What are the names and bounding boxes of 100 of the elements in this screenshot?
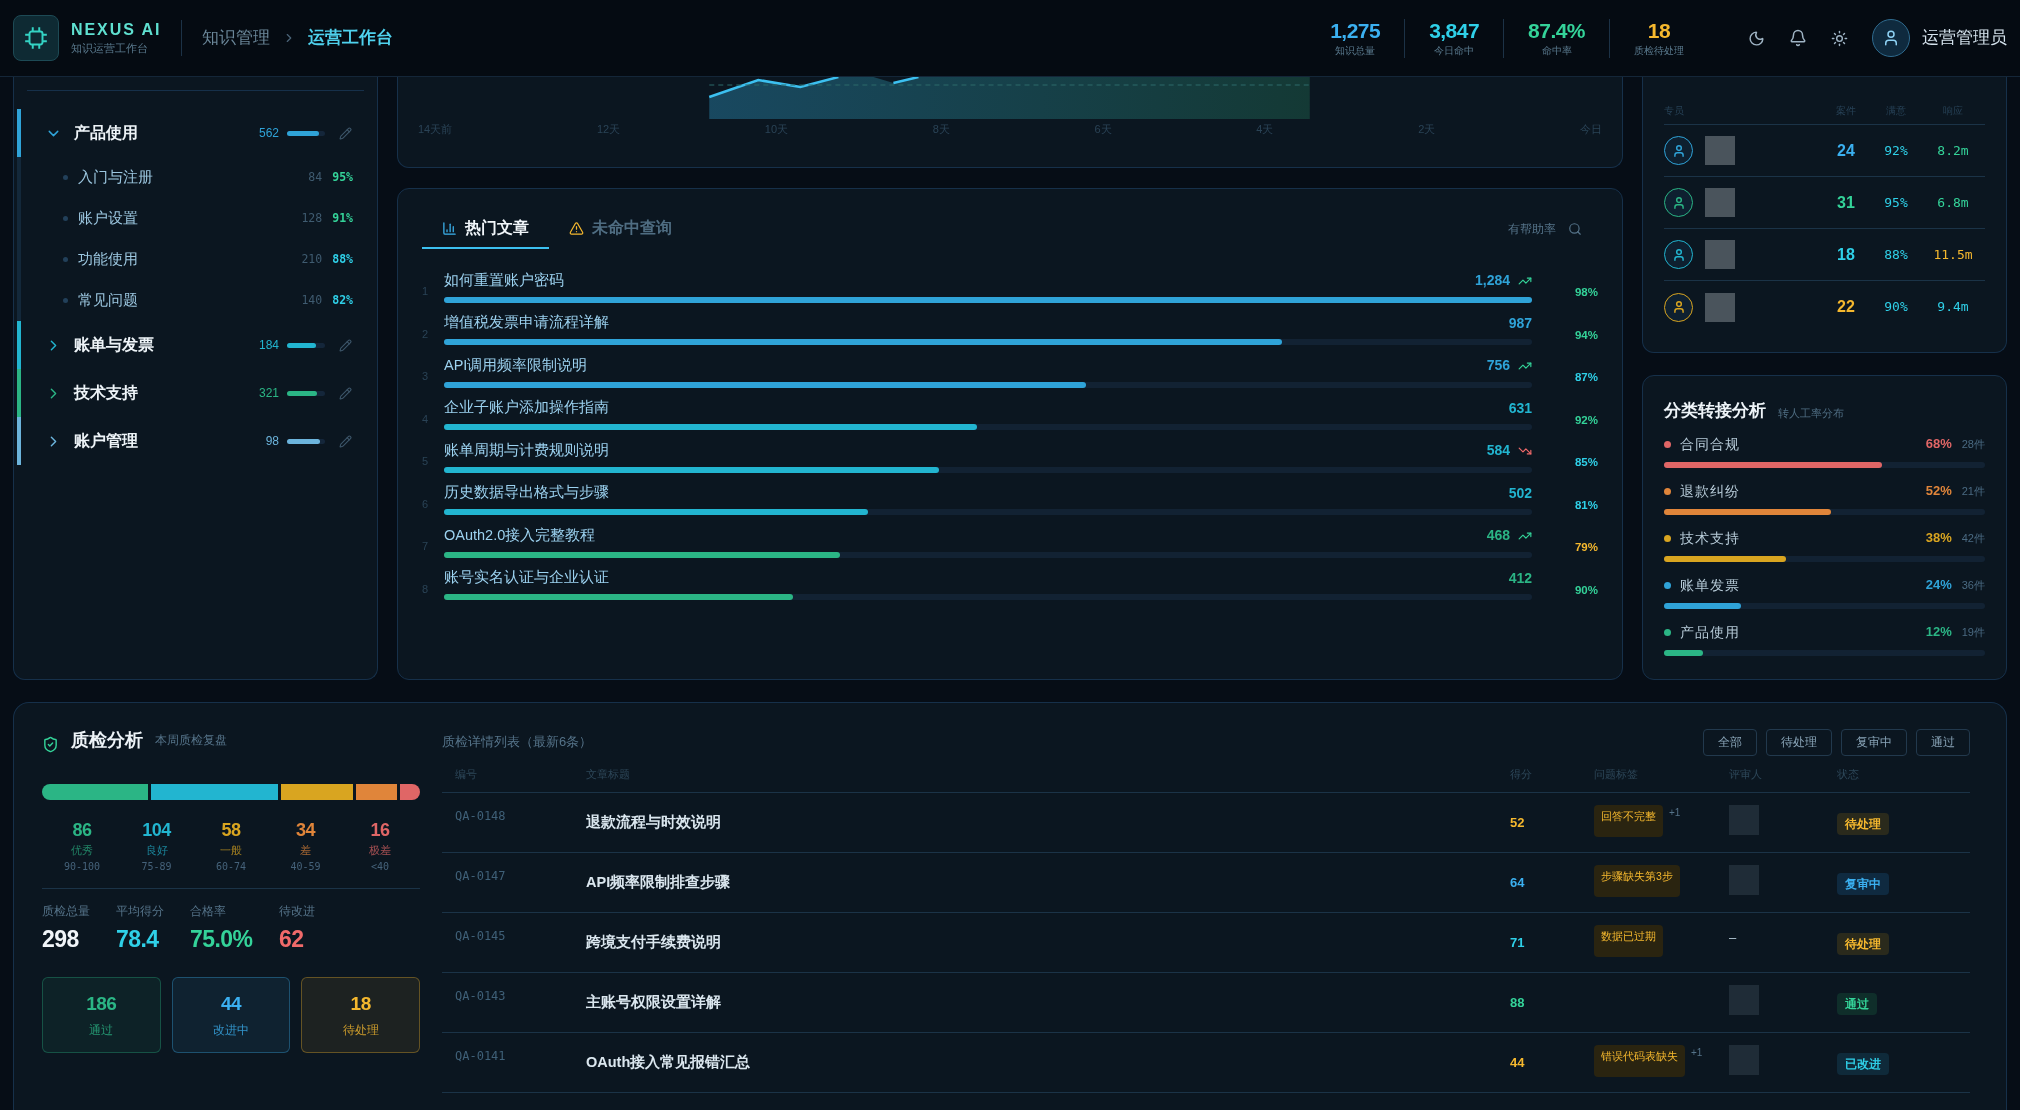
- case-count: 31: [1836, 192, 1856, 213]
- summary-value: 78.4: [116, 925, 160, 954]
- article-title[interactable]: 主账号权限设置详解: [586, 991, 1510, 1014]
- user-name[interactable]: 运营管理员: [1922, 25, 2007, 51]
- article-title[interactable]: API频率限制排查步骤: [586, 871, 1510, 894]
- filter-button[interactable]: 全部: [1703, 728, 1757, 756]
- stat-value: 18: [1647, 18, 1671, 43]
- warning-icon: [569, 220, 584, 236]
- sun-icon[interactable]: [1831, 29, 1848, 47]
- view-count: 756: [1486, 356, 1510, 376]
- subcategory-count: 140: [301, 291, 323, 309]
- tab[interactable]: 热门文章: [422, 209, 549, 249]
- issue-tag: 回答不完整: [1594, 805, 1663, 837]
- score: 71: [1510, 933, 1526, 952]
- stat-value: 87.4%: [1528, 18, 1585, 43]
- card-label: 通过: [89, 1021, 114, 1039]
- category-name: 技术支持: [1680, 528, 1741, 548]
- article-title[interactable]: 跨境支付手续费说明: [586, 931, 1510, 954]
- subcategory-row[interactable]: 账户设置 128 91%: [21, 198, 376, 239]
- summary-value: 62: [279, 925, 305, 954]
- category-row[interactable]: 账户管理 98: [17, 417, 376, 465]
- edit-icon[interactable]: [339, 338, 352, 352]
- helpful-rate: 79%: [1574, 540, 1598, 556]
- stat-label: 今日命中: [1434, 43, 1475, 58]
- table-cell-text: QA-0145: [455, 928, 507, 945]
- category-name: 合同合规: [1680, 434, 1741, 454]
- article-title[interactable]: 企业子账户添加操作指南: [444, 397, 609, 419]
- score: 88: [1510, 993, 1526, 1012]
- category-count: 321: [258, 385, 279, 402]
- table-title: 质检详情列表（最新6条）: [442, 733, 593, 752]
- panel-title: 分类转接分析: [1664, 400, 1766, 422]
- article-title[interactable]: API调用频率限制说明: [444, 354, 588, 377]
- grade-label: 极差: [369, 843, 391, 858]
- satisfaction-rate: 88%: [1883, 245, 1909, 264]
- grade-label: 差: [300, 843, 311, 858]
- category-name: 账单与发票: [74, 335, 154, 355]
- grade-count: 34: [295, 820, 316, 840]
- category-count: 98: [265, 433, 279, 450]
- category-name: 退款纠纷: [1680, 481, 1741, 501]
- extra-count: +1: [1669, 806, 1681, 820]
- article-title[interactable]: 历史数据导出格式与步骤: [444, 482, 609, 504]
- response-time: 9.4m: [1936, 298, 1970, 317]
- case-count: 19件: [1961, 624, 1985, 640]
- subcategory-row[interactable]: 功能使用 210 88%: [21, 239, 376, 280]
- view-count: 987: [1508, 313, 1532, 333]
- score: 52: [1510, 813, 1526, 832]
- filter-button[interactable]: 复审中: [1841, 728, 1907, 756]
- status-badge: 待处理: [1837, 812, 1889, 835]
- column-label: 有帮助率: [1508, 221, 1556, 238]
- edit-icon[interactable]: [339, 386, 352, 400]
- search-icon[interactable]: [1568, 222, 1582, 236]
- status-badge: 通过: [1837, 992, 1877, 1015]
- breadcrumb-link[interactable]: 知识管理: [202, 25, 271, 51]
- category-name: 产品使用: [74, 123, 138, 143]
- score: 64: [1510, 873, 1526, 892]
- edit-icon[interactable]: [339, 434, 352, 448]
- satisfaction-rate: 90%: [1883, 298, 1909, 317]
- category-name: 账户管理: [74, 431, 138, 451]
- edit-icon[interactable]: [339, 126, 352, 140]
- subcategory-row[interactable]: 入门与注册 84 95%: [21, 157, 376, 198]
- article-title[interactable]: OAuth2.0接入完整教程: [444, 524, 596, 547]
- article-title[interactable]: 如何重置账户密码: [444, 269, 564, 292]
- category-row[interactable]: 账单与发票 184: [17, 321, 376, 369]
- grade-label: 优秀: [71, 843, 93, 858]
- avatar-icon[interactable]: [1872, 19, 1910, 57]
- moon-icon[interactable]: [1748, 29, 1765, 47]
- bullet-icon: [63, 175, 68, 180]
- extra-count: +1: [1691, 1046, 1703, 1060]
- redacted-block: [1705, 136, 1735, 165]
- category-row[interactable]: 产品使用 562: [17, 109, 376, 157]
- filter-button[interactable]: 待处理: [1766, 728, 1832, 756]
- redacted-block: [1705, 188, 1735, 217]
- table-cell-text: QA-0141: [455, 1048, 507, 1065]
- article-title[interactable]: OAuth接入常见报错汇总: [586, 1051, 1510, 1074]
- category-row[interactable]: 技术支持 321: [17, 369, 376, 417]
- notification-icon[interactable]: [1789, 29, 1807, 47]
- subcategory-count: 84: [308, 168, 323, 186]
- grade-label: 一般: [220, 843, 242, 858]
- grade-count: 104: [142, 820, 171, 840]
- case-count: 18: [1836, 244, 1856, 265]
- subcategory-name: 入门与注册: [78, 167, 153, 187]
- view-count: 468: [1486, 526, 1510, 546]
- category-name: 产品使用: [1680, 622, 1741, 642]
- issue-tag: 步骤缺失第3步: [1594, 865, 1680, 897]
- subcategory-rate: 95%: [332, 168, 353, 186]
- breadcrumb-link[interactable]: 运营工作台: [308, 25, 394, 51]
- card-value: 44: [220, 992, 242, 1017]
- article-title[interactable]: 账单周期与计费规则说明: [444, 439, 609, 462]
- subcategory-row[interactable]: 常见问题 140 82%: [21, 280, 376, 321]
- transfer-rate: 24%: [1925, 576, 1952, 595]
- card-value: 186: [86, 992, 117, 1017]
- grade-range: 60-74: [215, 859, 247, 874]
- subcategory-rate: 88%: [332, 250, 353, 268]
- case-count: 24: [1836, 140, 1856, 161]
- summary-label: 待改进: [279, 903, 316, 919]
- brand-name: NEXUS AI: [71, 20, 162, 40]
- article-title[interactable]: 退款流程与时效说明: [586, 811, 1510, 834]
- article-title[interactable]: 账号实名认证与企业认证: [444, 567, 609, 589]
- filter-button[interactable]: 通过: [1916, 728, 1970, 756]
- article-title[interactable]: 增值税发票申请流程详解: [444, 312, 609, 334]
